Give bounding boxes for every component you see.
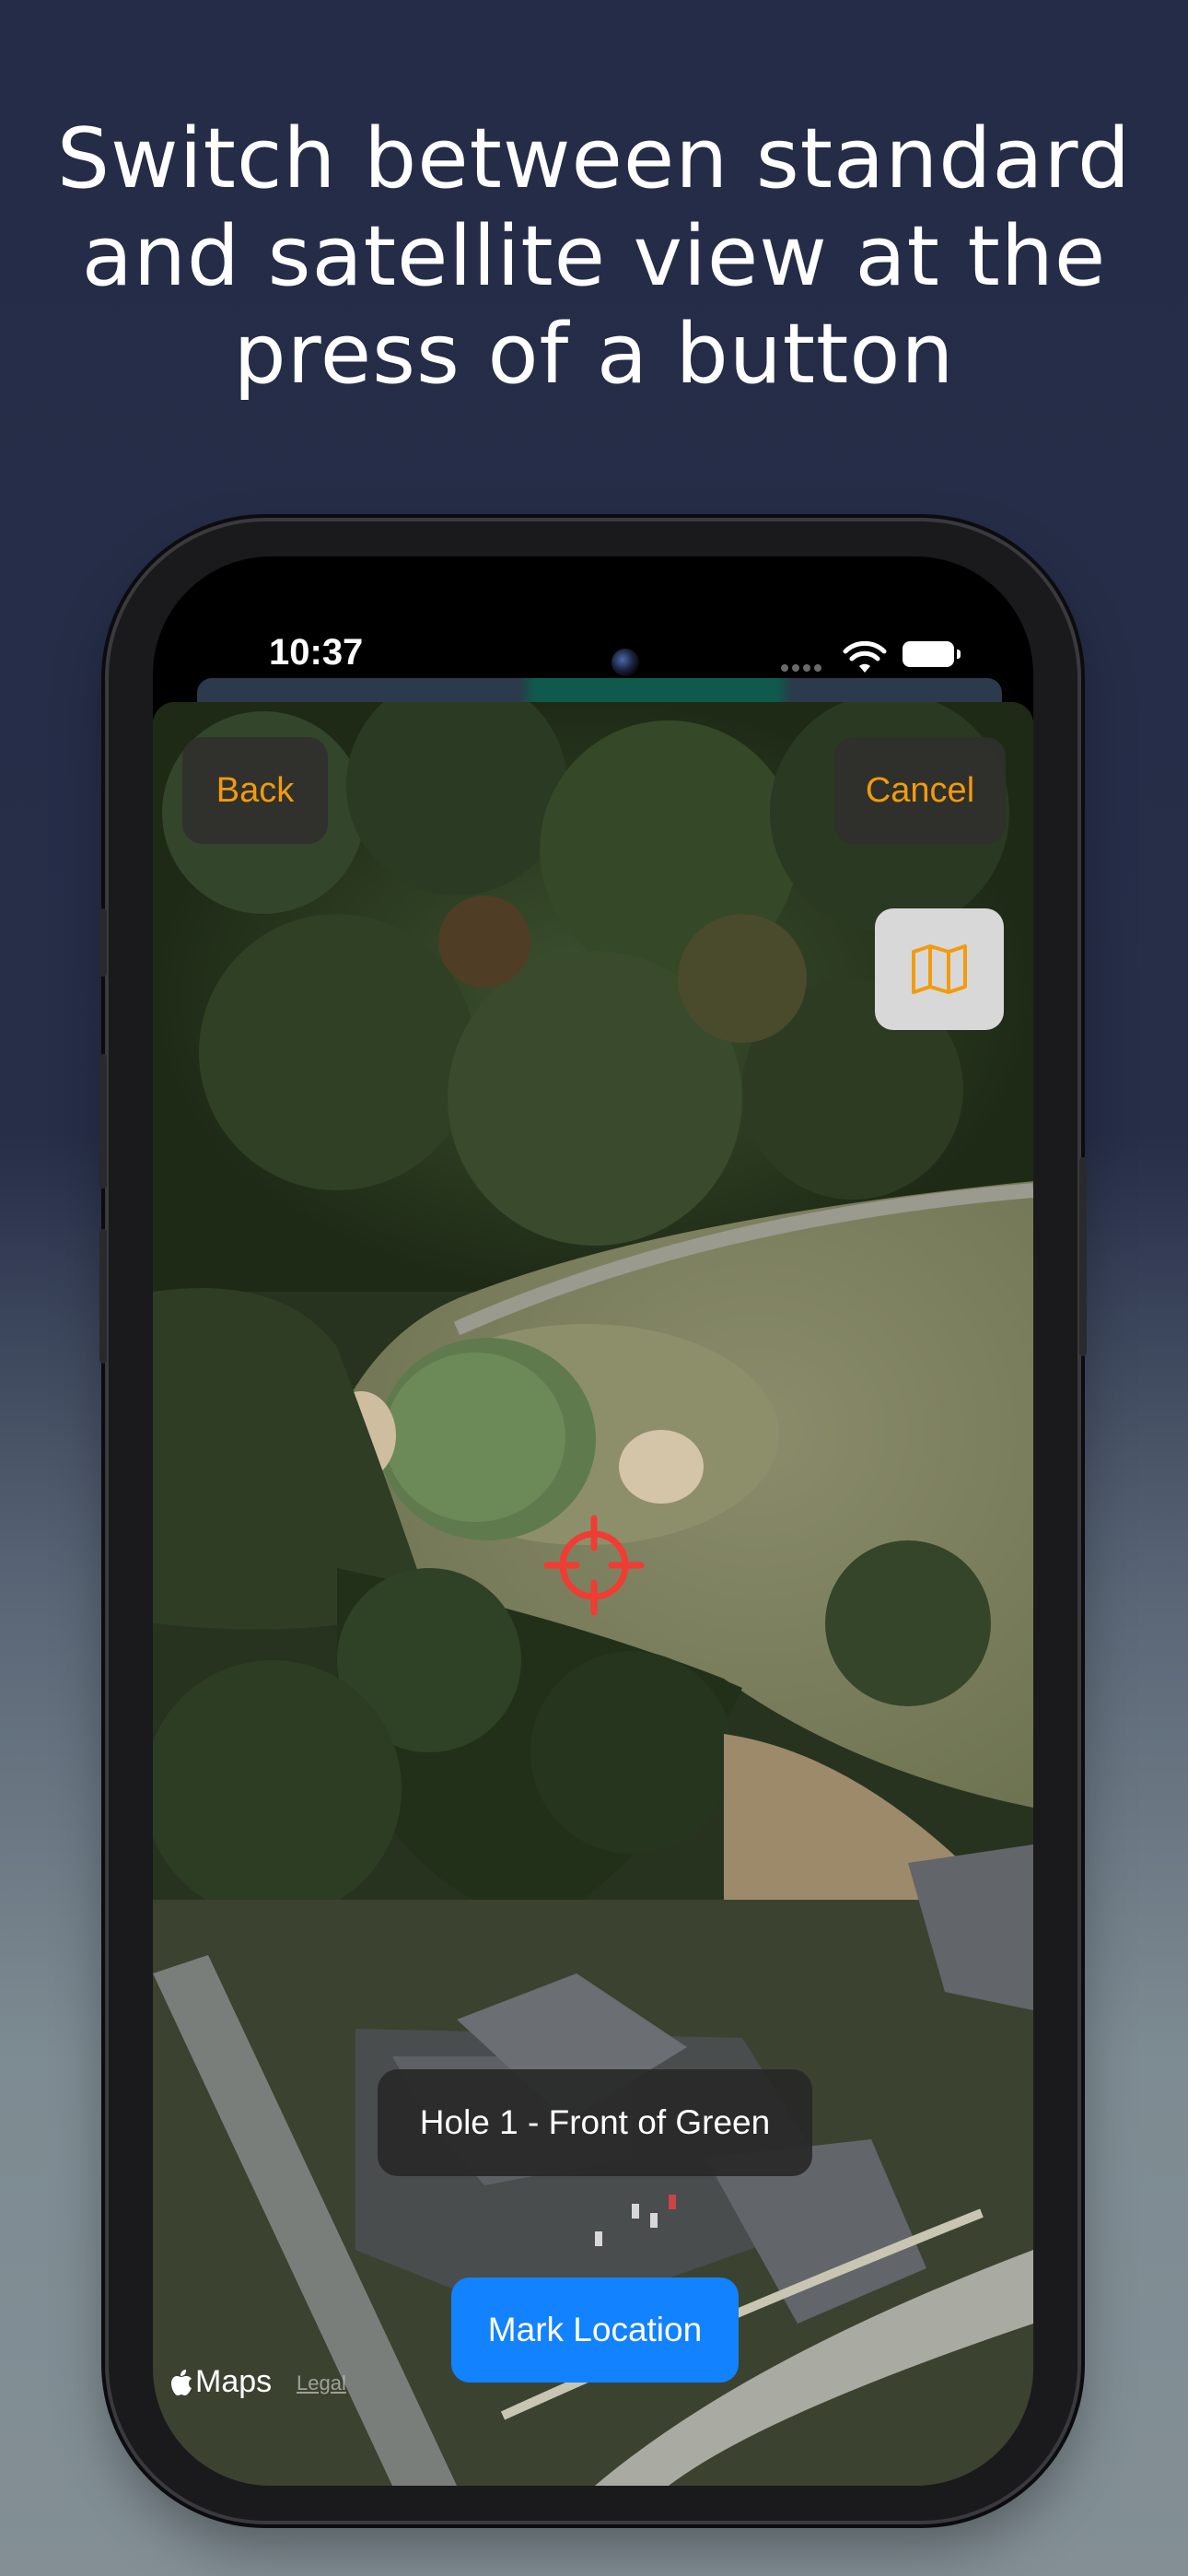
cancel-button[interactable]: Cancel [834, 737, 1006, 844]
signal-dots-icon [781, 660, 831, 672]
mark-location-button[interactable]: Mark Location [451, 2277, 739, 2383]
status-time: 10:37 [269, 632, 364, 673]
map-style-toggle-button[interactable] [875, 908, 1004, 1030]
apple-maps-attribution: Maps [169, 2364, 272, 2400]
location-label-text: Hole 1 - Front of Green [419, 2103, 771, 2141]
phone-frame: 10:37 Back Cancel Hole 1 - Front of Gree… [99, 521, 1087, 2521]
back-button[interactable]: Back [182, 737, 328, 844]
legal-link[interactable]: Legal [297, 2371, 346, 2395]
camera-icon [611, 649, 639, 676]
battery-cap [957, 650, 961, 659]
cancel-button-label: Cancel [865, 770, 975, 810]
location-label: Hole 1 - Front of Green [378, 2069, 812, 2176]
satellite-map[interactable]: Back Cancel Hole 1 - Front of Green Mark… [153, 702, 1033, 2486]
phone-action-button [99, 908, 107, 977]
maps-attribution-text: Maps [195, 2364, 273, 2399]
wifi-icon [843, 640, 887, 673]
map-icon [912, 944, 967, 994]
headline: Switch between standard and satellite vi… [0, 111, 1188, 404]
mark-location-button-label: Mark Location [487, 2311, 703, 2348]
phone-volume-up-button [99, 1054, 107, 1188]
phone-volume-down-button [99, 1229, 107, 1364]
headline-line-1: Switch between standard [56, 111, 1132, 207]
phone-screen: 10:37 Back Cancel Hole 1 - Front of Gree… [153, 556, 1033, 2486]
headline-line-2: and satellite view at the [81, 208, 1107, 305]
back-button-label: Back [215, 770, 295, 810]
phone-power-button [1079, 1157, 1087, 1356]
crosshair-icon [543, 1515, 645, 1616]
headline-line-3: press of a button [233, 306, 955, 403]
apple-logo-icon [171, 2369, 192, 2395]
battery-icon [903, 641, 954, 667]
